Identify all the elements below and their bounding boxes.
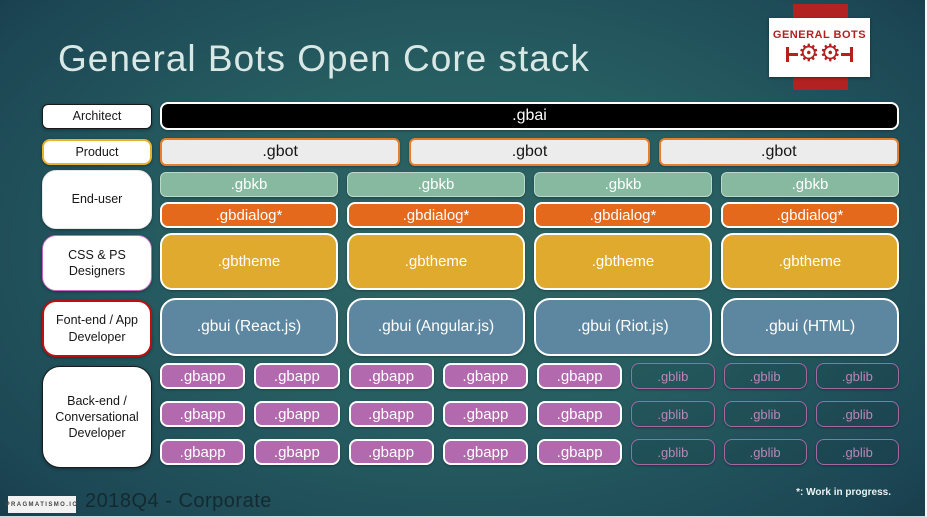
gblib-box: .gblib xyxy=(815,439,899,465)
gbapp-box: .gbapp xyxy=(442,439,528,465)
product-row: .gbot .gbot .gbot xyxy=(160,138,899,166)
gbui-html-box: .gbui (HTML) xyxy=(721,298,899,356)
row-label-frontend-developer: Font-end / App Developer xyxy=(42,300,152,357)
gbapp-box: .gbapp xyxy=(348,401,434,427)
gbdialog-box: .gbdialog* xyxy=(534,202,712,228)
gbdialog-box: .gbdialog* xyxy=(160,202,338,228)
gbkb-row: .gbkb .gbkb .gbkb .gbkb xyxy=(160,172,899,197)
gbapp-box: .gbapp xyxy=(254,401,340,427)
gbapp-box: .gbapp xyxy=(537,363,623,389)
gblib-box: .gblib xyxy=(631,439,715,465)
architect-row: .gbai xyxy=(160,102,899,130)
page-title: General Bots Open Core stack xyxy=(58,38,590,79)
general-bots-logo: GENERAL BOTS ⚙⚙ xyxy=(769,18,870,77)
gbapp-box: .gbapp xyxy=(348,439,434,465)
gbui-react-box: .gbui (React.js) xyxy=(160,298,338,356)
gbkb-box: .gbkb xyxy=(160,172,338,197)
gblib-box: .gblib xyxy=(723,401,807,427)
gbapp-box: .gbapp xyxy=(442,401,528,427)
gblib-box: .gblib xyxy=(723,363,807,389)
gbui-angular-box: .gbui (Angular.js) xyxy=(347,298,525,356)
gbot-box: .gbot xyxy=(409,138,650,166)
gblib-box: .gblib xyxy=(815,401,899,427)
gear-line-right xyxy=(841,46,854,62)
gbdialog-box: .gbdialog* xyxy=(347,202,525,228)
gbapp-box: .gbapp xyxy=(160,439,246,465)
backend-row-2: .gbapp .gbapp .gbapp .gbapp .gbapp .gbli… xyxy=(160,401,899,427)
gear-line-left xyxy=(785,46,798,62)
gbtheme-box: .gbtheme xyxy=(347,233,525,290)
gbai-box: .gbai xyxy=(160,102,899,130)
gbot-box: .gbot xyxy=(160,138,401,166)
gblib-box: .gblib xyxy=(815,363,899,389)
pragmatismo-logo: PRAGMATISMO.IO xyxy=(6,496,77,513)
gbapp-box: .gbapp xyxy=(537,439,623,465)
gbui-row: .gbui (React.js) .gbui (Angular.js) .gbu… xyxy=(160,298,899,356)
gbot-box: .gbot xyxy=(658,138,899,166)
gbapp-box: .gbapp xyxy=(537,401,623,427)
gear-icon: ⚙⚙ xyxy=(797,40,842,67)
gbtheme-row: .gbtheme .gbtheme .gbtheme .gbtheme xyxy=(160,233,899,290)
gbkb-box: .gbkb xyxy=(534,172,712,197)
work-in-progress-note: *: Work in progress. xyxy=(796,487,891,498)
gblib-box: .gblib xyxy=(631,363,715,389)
gbkb-box: .gbkb xyxy=(721,172,899,197)
slide: General Bots Open Core stack GENERAL BOT… xyxy=(0,0,927,517)
row-label-architect: Architect xyxy=(42,104,152,129)
gbapp-box: .gbapp xyxy=(254,439,340,465)
gbapp-box: .gbapp xyxy=(160,363,246,389)
backend-row-3: .gbapp .gbapp .gbapp .gbapp .gbapp .gbli… xyxy=(160,439,899,465)
gbtheme-box: .gbtheme xyxy=(534,233,712,290)
gbapp-box: .gbapp xyxy=(254,363,340,389)
row-label-end-user: End-user xyxy=(42,170,152,229)
gbapp-box: .gbapp xyxy=(348,363,434,389)
gbapp-box: .gbapp xyxy=(160,401,246,427)
footer-text: 2018Q4 - Corporate xyxy=(85,490,272,512)
gbdialog-row: .gbdialog* .gbdialog* .gbdialog* .gbdial… xyxy=(160,202,899,228)
gbui-riot-box: .gbui (Riot.js) xyxy=(534,298,712,356)
row-label-css-ps-designers: CSS & PS Designers xyxy=(42,235,152,291)
gblib-box: .gblib xyxy=(631,401,715,427)
row-label-backend-developer: Back-end / Conversational Developer xyxy=(42,366,152,468)
gblib-box: .gblib xyxy=(723,439,807,465)
gbtheme-box: .gbtheme xyxy=(160,233,338,290)
row-label-product: Product xyxy=(42,139,152,165)
backend-row-1: .gbapp .gbapp .gbapp .gbapp .gbapp .gbli… xyxy=(160,363,899,389)
gbdialog-box: .gbdialog* xyxy=(721,202,899,228)
gears-icon: ⚙⚙ xyxy=(785,40,854,67)
gbkb-box: .gbkb xyxy=(347,172,525,197)
gbapp-box: .gbapp xyxy=(442,363,528,389)
gbtheme-box: .gbtheme xyxy=(721,233,899,290)
